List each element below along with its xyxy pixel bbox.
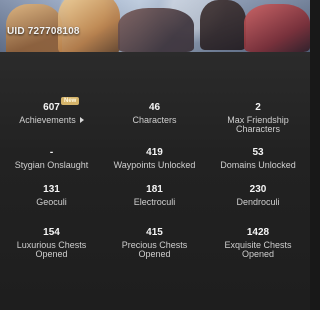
stat-value: 181 [146,184,163,195]
stats-grid: 607 New Achievements 46 Characters 2 Max… [0,96,310,268]
profile-banner: UID 727708108 [0,0,310,52]
stat-achievements[interactable]: 607 New Achievements [0,96,103,139]
stat-luxurious-chests: 154 Luxurious Chests Opened [0,225,103,268]
stat-value: 131 [43,184,60,195]
stat-value: 53 [252,147,264,158]
stats-panel: 607 New Achievements 46 Characters 2 Max… [0,52,310,310]
stat-label: Exquisite Chests Opened [224,240,292,259]
stat-value: 230 [249,184,267,195]
stat-exquisite-chests: 1428 Exquisite Chests Opened [206,225,310,268]
stat-value: 1428 [246,227,270,238]
stat-stygian-onslaught: - Stygian Onslaught [0,139,103,182]
stat-label: Geoculi [36,197,67,207]
player-uid: UID 727708108 [7,26,80,37]
stat-label: Waypoints Unlocked [113,160,196,170]
stat-waypoints: 419 Waypoints Unlocked [103,139,206,182]
stat-label: Electroculi [133,197,176,207]
stat-value: 46 [148,102,161,113]
stat-label: Characters [132,115,177,125]
stat-label: Precious Chests Opened [121,240,188,259]
stat-label: Achievements [19,116,84,125]
achievements-label: Achievements [19,115,76,125]
stat-label: Stygian Onslaught [14,160,89,170]
stat-value: 154 [43,227,60,238]
stat-value: 415 [146,227,163,238]
new-badge: New [61,97,80,105]
banner-character-3 [118,8,194,52]
stat-label: Luxurious Chests Opened [16,240,87,259]
stat-precious-chests: 415 Precious Chests Opened [103,225,206,268]
stat-label: Max Friendship Characters [227,115,289,134]
stat-value: 419 [146,147,163,158]
stat-label: Domains Unlocked [220,160,296,170]
stat-value: 2 [255,102,261,113]
stat-label: Dendroculi [236,197,280,207]
stat-electroculi: 181 Electroculi [103,182,206,225]
stat-characters: 46 Characters [103,96,206,139]
stat-domains: 53 Domains Unlocked [206,139,310,182]
banner-character-4 [200,0,246,50]
stat-geoculi: 131 Geoculi [0,182,103,225]
banner-character-5 [244,4,310,52]
chevron-right-icon [79,116,84,123]
stat-dendroculi: 230 Dendroculi [206,182,310,225]
stat-max-friendship: 2 Max Friendship Characters [206,96,310,139]
stat-value: 607 [43,102,60,113]
stat-value: - [49,147,54,158]
